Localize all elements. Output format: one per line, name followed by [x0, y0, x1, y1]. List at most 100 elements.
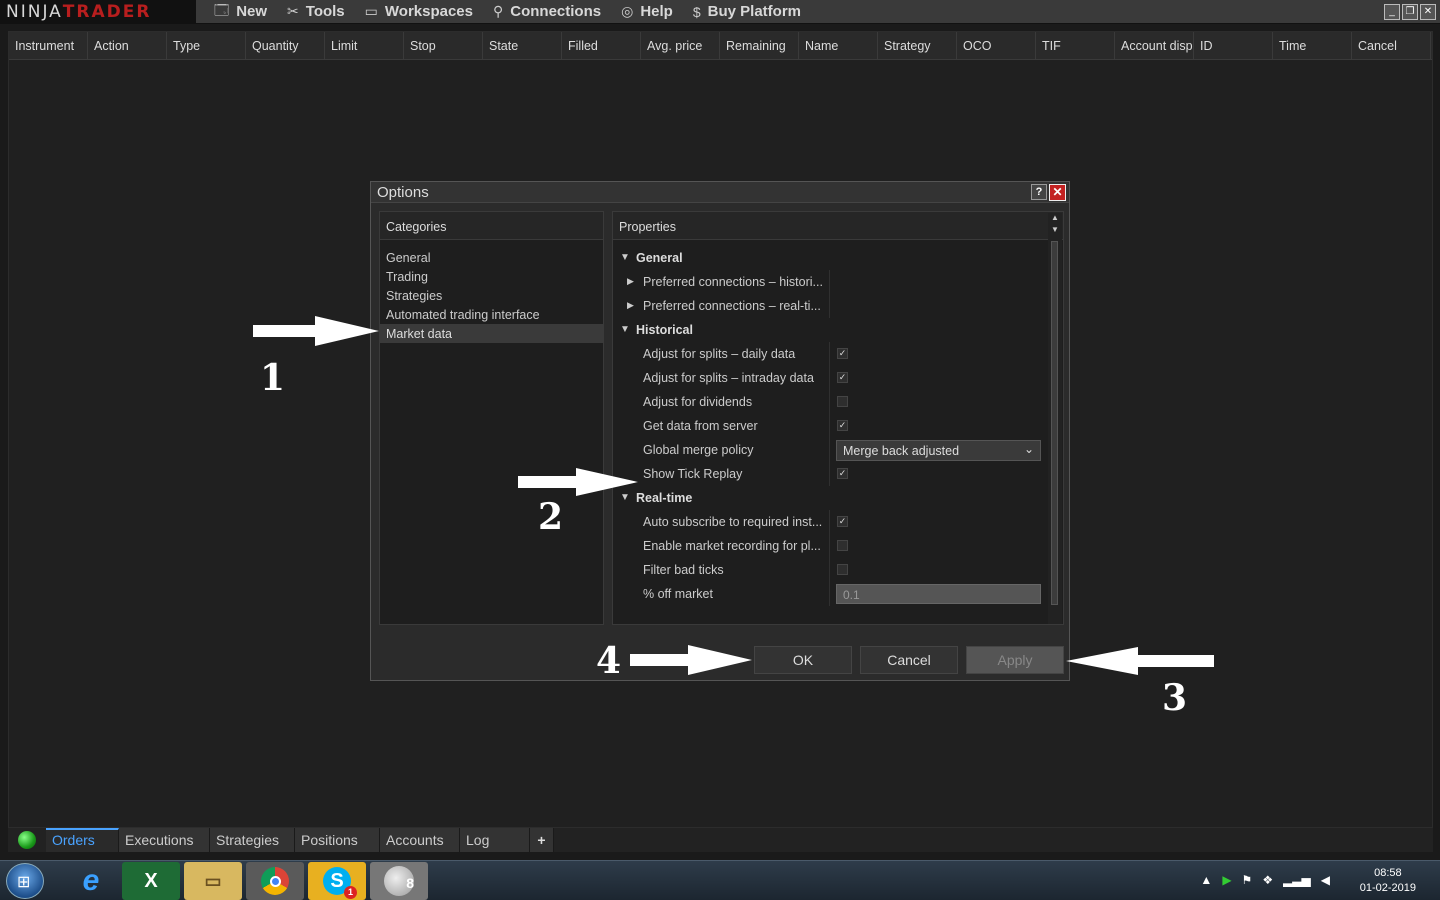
- ninjatrader-badge: 8: [406, 875, 414, 891]
- tab-executions[interactable]: Executions: [119, 828, 210, 852]
- scroll-thumb[interactable]: [1051, 241, 1058, 605]
- property-row[interactable]: ▶ Preferred connections – histori...: [613, 270, 1045, 294]
- internet-explorer-icon[interactable]: e: [62, 862, 120, 900]
- chevron-down-icon: ⌄: [1023, 442, 1034, 456]
- property-checkbox[interactable]: ✓: [837, 372, 848, 383]
- apply-button[interactable]: Apply: [966, 646, 1064, 674]
- column-header[interactable]: Account disp: [1115, 32, 1194, 59]
- property-group[interactable]: ▼ General: [613, 246, 1045, 270]
- skype-icon[interactable]: S1: [308, 862, 366, 900]
- restore-button[interactable]: ❐: [1402, 4, 1418, 20]
- select-value: Merge back adjusted: [843, 444, 960, 458]
- options-dialog-title: Options: [377, 183, 429, 201]
- expand-triangle-icon[interactable]: ▶: [627, 300, 634, 311]
- property-divider: [829, 582, 830, 606]
- menu-workspaces[interactable]: ▭ Workspaces: [355, 0, 483, 24]
- property-group[interactable]: ▼ Historical: [613, 318, 1045, 342]
- category-automated-trading-interface[interactable]: Automated trading interface: [380, 305, 603, 324]
- ok-button[interactable]: OK: [754, 646, 852, 674]
- action-center-flag-icon[interactable]: ⚑: [1242, 873, 1253, 887]
- tools-icon: ✂: [287, 3, 299, 19]
- property-label: Preferred connections – real-ti...: [643, 299, 821, 313]
- property-label: Get data from server: [643, 419, 758, 433]
- off-market-input[interactable]: 0.1: [836, 584, 1041, 604]
- taskbar-clock[interactable]: 08:58 01-02-2019: [1360, 866, 1416, 896]
- property-checkbox[interactable]: [837, 396, 848, 407]
- column-header[interactable]: Limit: [325, 32, 404, 59]
- category-strategies[interactable]: Strategies: [380, 286, 603, 305]
- property-checkbox[interactable]: ✓: [837, 420, 848, 431]
- cancel-button[interactable]: Cancel: [860, 646, 958, 674]
- annotation-number-2: 2: [538, 496, 564, 538]
- column-header[interactable]: Filled: [562, 32, 641, 59]
- column-header[interactable]: OCO: [957, 32, 1036, 59]
- add-tab-button[interactable]: +: [530, 828, 554, 852]
- menu-help[interactable]: ◎ Help: [611, 0, 683, 24]
- column-header[interactable]: Time: [1273, 32, 1352, 59]
- menu-buy-platform[interactable]: $ Buy Platform: [683, 0, 811, 24]
- menu-new[interactable]: 🗔 New: [204, 0, 277, 24]
- column-header[interactable]: Stop: [404, 32, 483, 59]
- property-label: Historical: [636, 323, 693, 337]
- categories-header: Categories: [380, 212, 603, 240]
- help-button[interactable]: ?: [1031, 184, 1047, 200]
- column-header[interactable]: Cancel: [1352, 32, 1431, 59]
- column-header[interactable]: TIF: [1036, 32, 1115, 59]
- property-checkbox[interactable]: [837, 564, 848, 575]
- dialog-close-button[interactable]: ✕: [1049, 184, 1066, 201]
- property-checkbox[interactable]: ✓: [837, 516, 848, 527]
- property-label: Preferred connections – histori...: [643, 275, 823, 289]
- tab-strategies[interactable]: Strategies: [210, 828, 295, 852]
- collapse-triangle-icon[interactable]: ▼: [620, 252, 630, 263]
- property-group[interactable]: ▼ Real-time: [613, 486, 1045, 510]
- global-merge-policy-select[interactable]: Merge back adjusted ⌄: [836, 440, 1041, 461]
- column-header[interactable]: Name: [799, 32, 878, 59]
- minimize-button[interactable]: _: [1384, 4, 1400, 20]
- property-checkbox[interactable]: ✓: [837, 348, 848, 359]
- scroll-down-icon[interactable]: ▼: [1048, 225, 1062, 237]
- annotation-arrow-2: [518, 468, 638, 496]
- column-header[interactable]: Action: [88, 32, 167, 59]
- collapse-triangle-icon[interactable]: ▼: [620, 324, 630, 335]
- tab-log[interactable]: Log: [460, 828, 530, 852]
- excel-icon[interactable]: X: [122, 862, 180, 900]
- menu-tools[interactable]: ✂ Tools: [277, 0, 355, 24]
- menu-label: Tools: [305, 3, 345, 20]
- category-general[interactable]: General: [380, 248, 603, 267]
- connection-status-icon[interactable]: [18, 831, 36, 849]
- property-checkbox[interactable]: ✓: [837, 468, 848, 479]
- column-header[interactable]: Instrument: [9, 32, 88, 59]
- category-trading[interactable]: Trading: [380, 267, 603, 286]
- column-header[interactable]: Remaining: [720, 32, 799, 59]
- properties-scrollbar[interactable]: ▲ ▼: [1048, 213, 1062, 624]
- dropbox-icon[interactable]: ❖: [1262, 873, 1273, 887]
- options-dialog-titlebar[interactable]: Options: [371, 182, 1069, 203]
- column-header[interactable]: Avg. price: [641, 32, 720, 59]
- clock-date: 01-02-2019: [1359, 882, 1416, 894]
- column-header[interactable]: State: [483, 32, 562, 59]
- property-checkbox[interactable]: [837, 540, 848, 551]
- tab-orders[interactable]: Orders: [46, 828, 119, 852]
- tab-accounts[interactable]: Accounts: [380, 828, 460, 852]
- expand-triangle-icon[interactable]: ▶: [627, 276, 634, 287]
- tab-positions[interactable]: Positions: [295, 828, 380, 852]
- start-button[interactable]: ⊞: [6, 863, 44, 899]
- show-hidden-icons-icon[interactable]: ▲: [1200, 873, 1212, 887]
- window-close-button[interactable]: ✕: [1420, 4, 1436, 20]
- column-header[interactable]: Type: [167, 32, 246, 59]
- category-market-data[interactable]: Market data: [380, 324, 603, 343]
- column-header[interactable]: ID: [1194, 32, 1273, 59]
- volume-icon[interactable]: ◀: [1321, 873, 1330, 887]
- play-icon[interactable]: ▶: [1222, 873, 1231, 887]
- menu-connections[interactable]: ⚲ Connections: [483, 0, 611, 24]
- column-header[interactable]: Strategy: [878, 32, 957, 59]
- ninjatrader-taskbar-icon[interactable]: 8: [370, 862, 428, 900]
- column-header[interactable]: Quantity: [246, 32, 325, 59]
- ninjatrader-logo: NINJATRADER: [0, 0, 196, 24]
- property-row: Adjust for dividends: [613, 390, 1045, 414]
- scroll-up-icon[interactable]: ▲: [1048, 213, 1062, 225]
- property-row[interactable]: ▶ Preferred connections – real-ti...: [613, 294, 1045, 318]
- network-signal-icon[interactable]: ▂▃▅: [1283, 873, 1311, 887]
- chrome-icon[interactable]: [246, 862, 304, 900]
- file-explorer-icon[interactable]: ▭: [184, 862, 242, 900]
